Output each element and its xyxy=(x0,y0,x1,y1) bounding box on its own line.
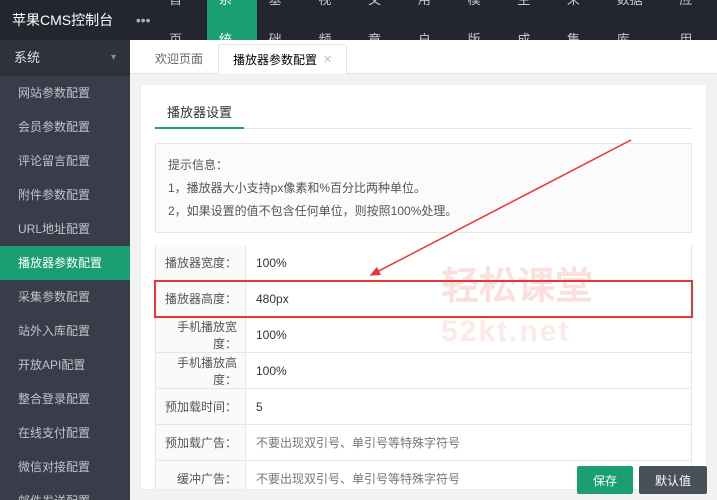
mobile-height-input[interactable] xyxy=(256,364,681,378)
player-height-input[interactable] xyxy=(256,292,681,306)
preload-ad-input[interactable] xyxy=(256,436,681,450)
save-button[interactable]: 保存 xyxy=(577,466,633,494)
row-player-height: 播放器高度： xyxy=(155,281,692,317)
sidebar-head-label: 系统 xyxy=(14,40,40,76)
sidebar-item[interactable]: URL地址配置 xyxy=(0,212,130,246)
panel: 播放器设置 提示信息： 1，播放器大小支持px像素和%百分比两种单位。 2，如果… xyxy=(140,84,707,490)
chevron-down-icon: ▾ xyxy=(111,40,116,76)
row-preload-time: 预加载时间： xyxy=(155,389,692,425)
tip-box: 提示信息： 1，播放器大小支持px像素和%百分比两种单位。 2，如果设置的值不包… xyxy=(155,143,692,233)
sidebar-item[interactable]: 站外入库配置 xyxy=(0,314,130,348)
sidebar-item[interactable]: 在线支付配置 xyxy=(0,416,130,450)
sidebar-head[interactable]: 系统 ▾ xyxy=(0,40,130,76)
sidebar-item[interactable]: 开放API配置 xyxy=(0,348,130,382)
tip-line: 1，播放器大小支持px像素和%百分比两种单位。 xyxy=(168,177,679,200)
field-label: 预加载广告： xyxy=(156,425,246,460)
sidebar-item[interactable]: 网站参数配置 xyxy=(0,76,130,110)
row-player-width: 播放器宽度： xyxy=(155,245,692,281)
brand-title: 苹果CMS控制台 xyxy=(0,10,129,30)
sidebar-item[interactable]: 会员参数配置 xyxy=(0,110,130,144)
player-width-input[interactable] xyxy=(256,256,681,270)
close-icon[interactable]: ✕ xyxy=(323,45,332,75)
sidebar-item[interactable]: 微信对接配置 xyxy=(0,450,130,484)
row-mobile-height: 手机播放高度： xyxy=(155,353,692,389)
field-label: 播放器高度： xyxy=(156,281,246,316)
content-tabs: 欢迎页面 播放器参数配置 ✕ xyxy=(130,40,717,74)
mobile-width-input[interactable] xyxy=(256,328,681,342)
sidebar: 系统 ▾ 网站参数配置会员参数配置评论留言配置附件参数配置URL地址配置播放器参… xyxy=(0,40,130,500)
row-mobile-width: 手机播放宽度： xyxy=(155,317,692,353)
tip-head: 提示信息： xyxy=(168,154,679,177)
field-label: 预加载时间： xyxy=(156,389,246,424)
sidebar-item[interactable]: 采集参数配置 xyxy=(0,280,130,314)
sidebar-item[interactable]: 邮件发送配置 xyxy=(0,484,130,500)
tab-welcome[interactable]: 欢迎页面 xyxy=(140,43,218,73)
row-preload-ad: 预加载广告： xyxy=(155,425,692,461)
field-label: 缓冲广告： xyxy=(156,461,246,490)
tab-label: 欢迎页面 xyxy=(155,44,203,74)
field-label: 播放器宽度： xyxy=(156,245,246,280)
preload-time-input[interactable] xyxy=(256,400,681,414)
sidebar-item[interactable]: 附件参数配置 xyxy=(0,178,130,212)
tip-line: 2，如果设置的值不包含任何单位，则按照100%处理。 xyxy=(168,200,679,223)
sidebar-item[interactable]: 整合登录配置 xyxy=(0,382,130,416)
sidebar-item[interactable]: 评论留言配置 xyxy=(0,144,130,178)
inner-tab-player-settings[interactable]: 播放器设置 xyxy=(155,97,244,129)
tab-label: 播放器参数配置 xyxy=(233,45,317,75)
more-icon[interactable]: ••• xyxy=(129,12,157,28)
default-button[interactable]: 默认值 xyxy=(639,466,707,494)
tab-player-config[interactable]: 播放器参数配置 ✕ xyxy=(218,44,347,74)
field-label: 手机播放高度： xyxy=(156,353,246,388)
field-label: 手机播放宽度： xyxy=(156,317,246,352)
sidebar-item[interactable]: 播放器参数配置 xyxy=(0,246,130,280)
